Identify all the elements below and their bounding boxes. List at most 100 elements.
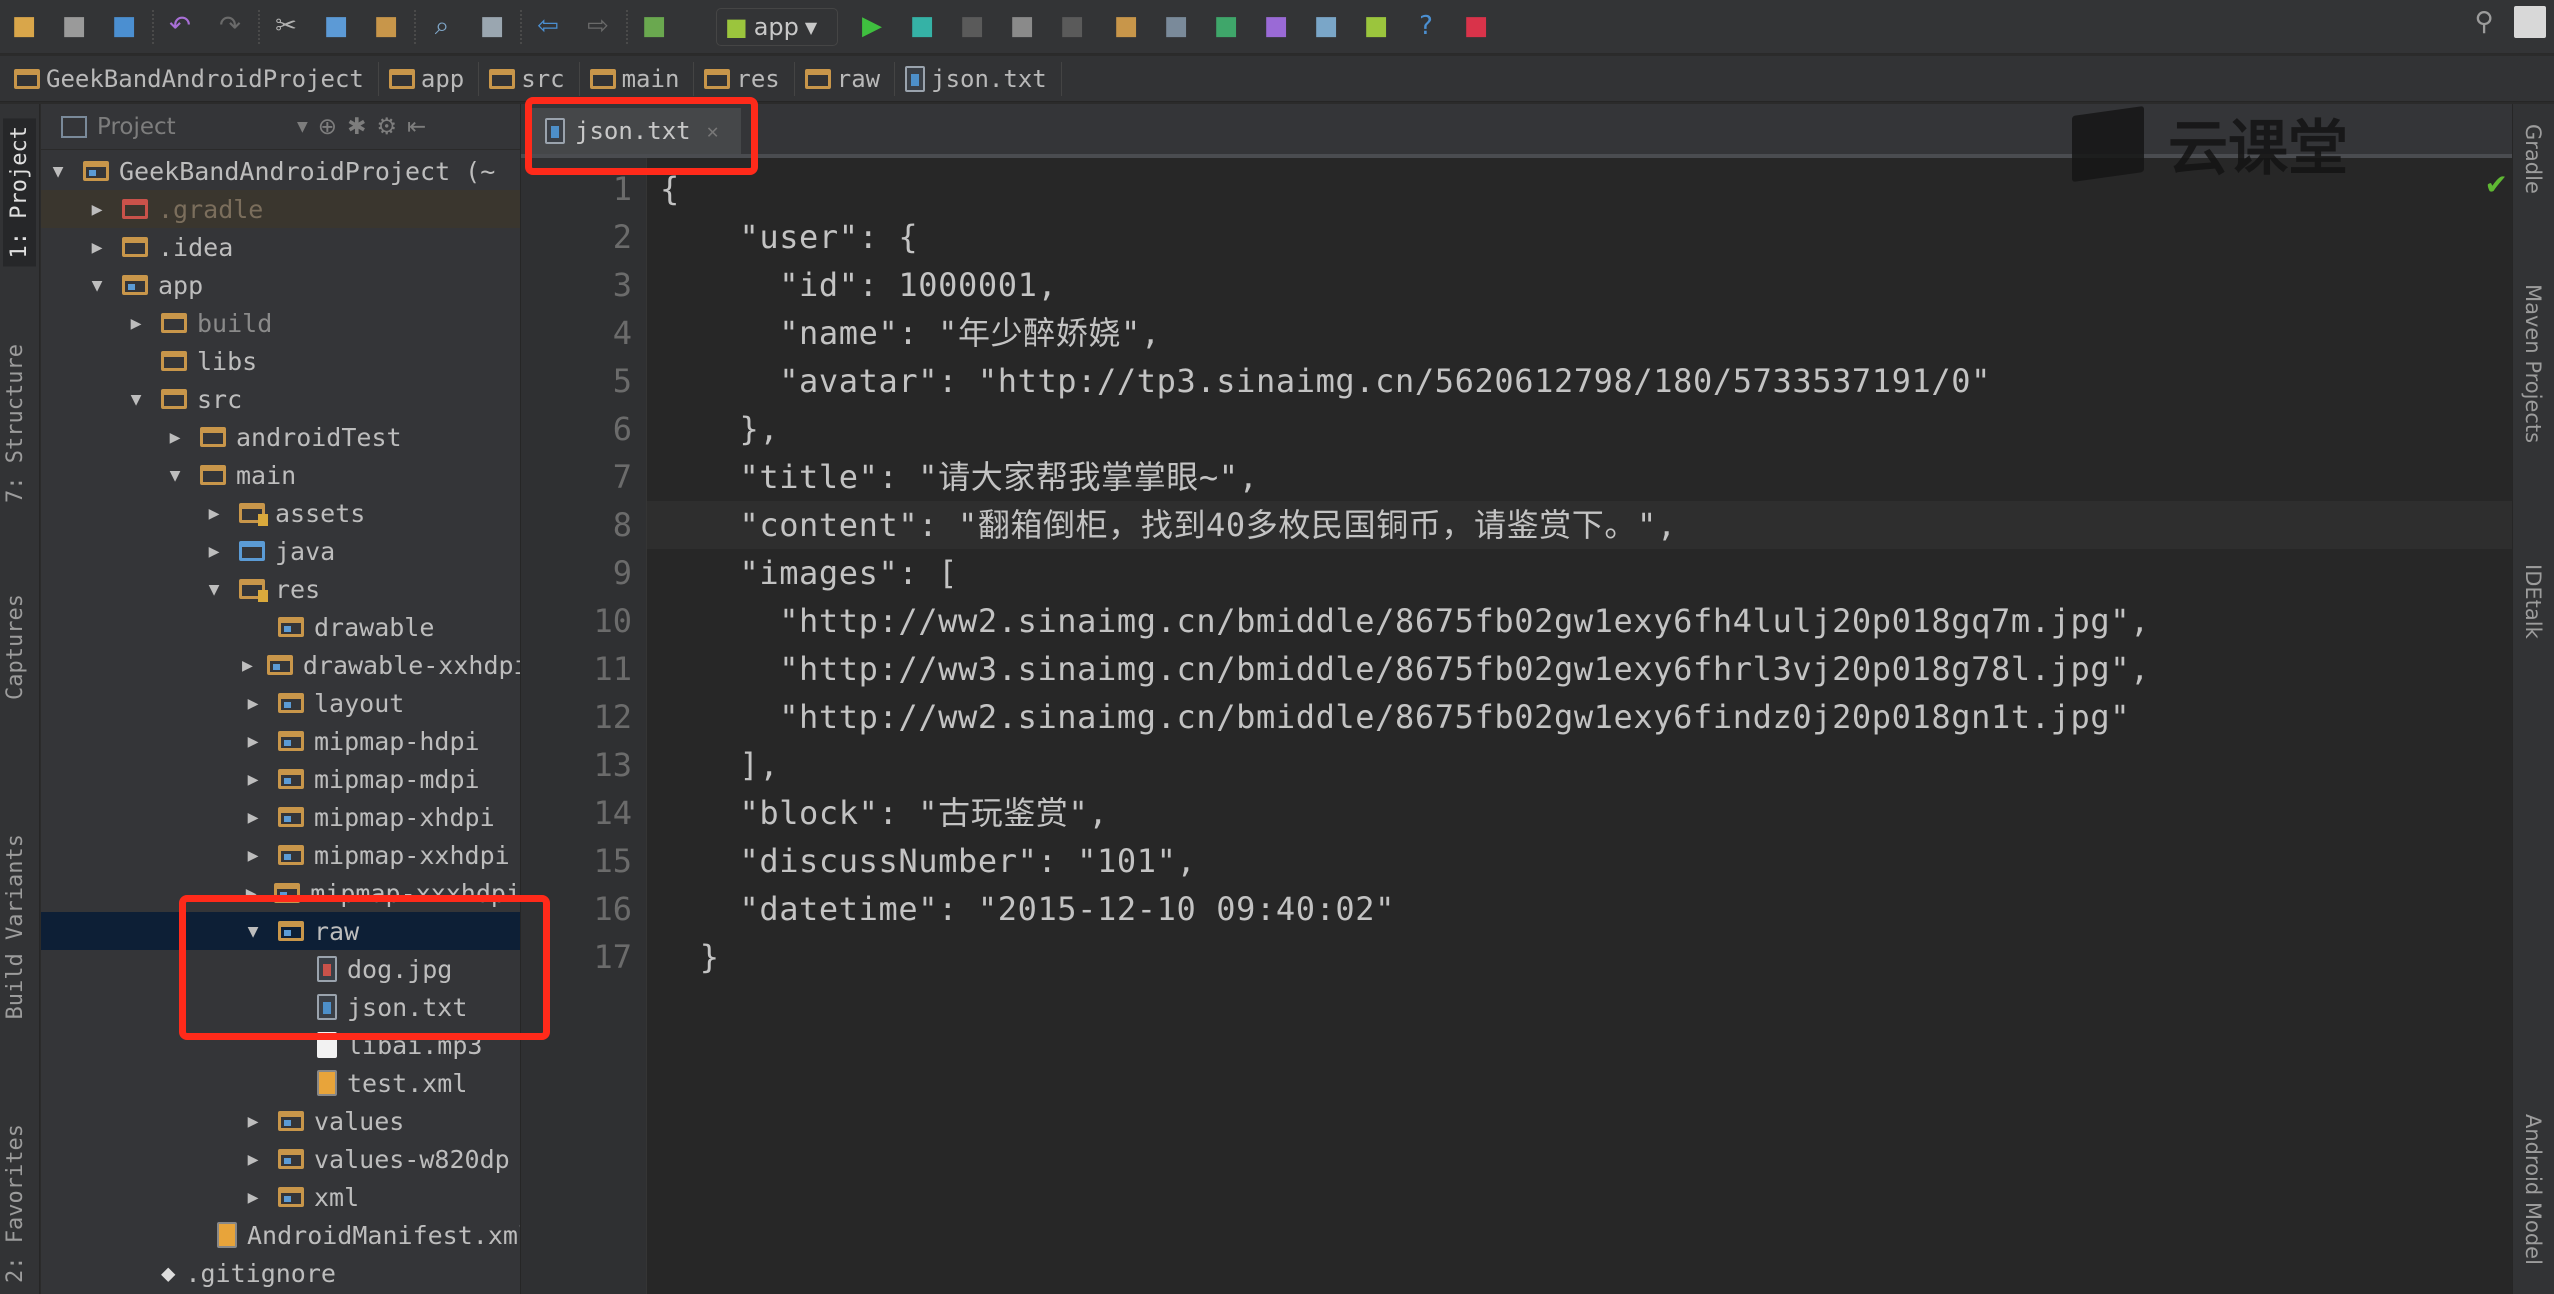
- tree-item[interactable]: AndroidManifest.xml: [41, 1216, 520, 1254]
- tool-window-structure[interactable]: 7: Structure: [3, 344, 28, 503]
- search-icon[interactable]: ⚲: [2468, 6, 2500, 38]
- save-icon[interactable]: ■: [58, 10, 90, 42]
- attach-debugger-icon[interactable]: ■: [956, 10, 988, 42]
- breadcrumb-item[interactable]: res: [704, 61, 795, 96]
- code-line[interactable]: "avatar": "http://tp3.sinaimg.cn/5620612…: [660, 357, 1991, 405]
- tool-window-project[interactable]: 1: Project: [3, 118, 36, 267]
- tree-item[interactable]: ▼ res: [41, 570, 520, 608]
- project-structure-icon[interactable]: ■: [1110, 10, 1142, 42]
- user-avatar-icon[interactable]: [2514, 6, 2546, 38]
- tree-item[interactable]: ▶ xml: [41, 1178, 520, 1216]
- project-view-dropdown[interactable]: Project: [97, 114, 287, 140]
- chevron-right-icon[interactable]: ▶: [203, 541, 225, 562]
- chevron-right-icon[interactable]: ▶: [86, 237, 108, 258]
- help-icon[interactable]: ?: [1410, 10, 1442, 42]
- code-line[interactable]: "user": {: [660, 213, 918, 261]
- chevron-right-icon[interactable]: ▶: [242, 807, 264, 828]
- breadcrumb-item[interactable]: main: [589, 61, 695, 96]
- breadcrumb-item[interactable]: raw: [804, 61, 896, 96]
- tree-item[interactable]: ▶ mipmap-mdpi: [41, 760, 520, 798]
- chevron-right-icon[interactable]: ▶: [242, 1149, 264, 1170]
- tree-item[interactable]: ▼ GeekBandAndroidProject (~: [41, 152, 520, 190]
- gear-icon[interactable]: ⚙: [376, 114, 397, 140]
- tree-item[interactable]: ▼ main: [41, 456, 520, 494]
- redo-icon[interactable]: ↷: [214, 10, 246, 42]
- chevron-down-icon[interactable]: ▼: [47, 161, 69, 182]
- tree-item[interactable]: ▶ .idea: [41, 228, 520, 266]
- tree-item[interactable]: ▶ values: [41, 1102, 520, 1140]
- chevron-right-icon[interactable]: ▶: [242, 845, 264, 866]
- tree-item[interactable]: ▼ app: [41, 266, 520, 304]
- code-editor[interactable]: ✔ { "user": { "id": 1000001, "name": "年少…: [647, 158, 2512, 1294]
- code-line[interactable]: },: [660, 405, 779, 453]
- tree-item[interactable]: ◆ .gitignore: [41, 1254, 520, 1292]
- breadcrumb-item[interactable]: GeekBandAndroidProject: [14, 61, 379, 96]
- tree-item[interactable]: ▶ mipmap-xhdpi: [41, 798, 520, 836]
- sdk-manager-icon[interactable]: ■: [1160, 10, 1192, 42]
- tree-item[interactable]: ▶ mipmap-xxhdpi: [41, 836, 520, 874]
- tree-item[interactable]: ▶ androidTest: [41, 418, 520, 456]
- run-icon[interactable]: ▶: [856, 10, 888, 42]
- android-device-icon[interactable]: ■: [1460, 10, 1492, 42]
- tree-item[interactable]: drawable: [41, 608, 520, 646]
- code-line[interactable]: "http://ww3.sinaimg.cn/bmiddle/8675fb02g…: [660, 645, 2150, 693]
- stop-icon[interactable]: ■: [1056, 10, 1088, 42]
- undo-icon[interactable]: ↶: [164, 10, 196, 42]
- chevron-down-icon[interactable]: ▼: [125, 389, 147, 410]
- forward-icon[interactable]: ⇨: [582, 10, 614, 42]
- code-line[interactable]: "title": "请大家帮我掌掌眼~",: [660, 453, 1259, 501]
- tool-window-build-variants[interactable]: Build Variants: [3, 834, 28, 1019]
- device-monitor-icon[interactable]: ■: [1310, 10, 1342, 42]
- tool-window-maven-projects[interactable]: Maven Projects: [2521, 284, 2545, 443]
- tree-item[interactable]: libs: [41, 342, 520, 380]
- copy-icon[interactable]: ■: [320, 10, 352, 42]
- breadcrumb-item[interactable]: json.txt: [905, 61, 1062, 96]
- chevron-right-icon[interactable]: ▶: [125, 313, 147, 334]
- code-line[interactable]: }: [660, 933, 720, 981]
- chevron-down-icon[interactable]: ▼: [86, 275, 108, 296]
- back-icon[interactable]: ⇦: [532, 10, 564, 42]
- code-line[interactable]: "id": 1000001,: [660, 261, 1057, 309]
- tool-window-favorites[interactable]: 2: Favorites: [3, 1124, 28, 1283]
- breadcrumb-item[interactable]: app: [388, 61, 480, 96]
- tree-item[interactable]: ▶ mipmap-hdpi: [41, 722, 520, 760]
- code-line[interactable]: "http://ww2.sinaimg.cn/bmiddle/8675fb02g…: [660, 693, 2130, 741]
- chevron-right-icon[interactable]: ▶: [242, 769, 264, 790]
- tree-item[interactable]: ▶ values-w820dp: [41, 1140, 520, 1178]
- tree-item[interactable]: ▶ java: [41, 532, 520, 570]
- chevron-right-icon[interactable]: ▶: [203, 503, 225, 524]
- chevron-right-icon[interactable]: ▶: [242, 1187, 264, 1208]
- open-folder-icon[interactable]: ■: [8, 10, 40, 42]
- run-coverage-icon[interactable]: ■: [1006, 10, 1038, 42]
- tree-item[interactable]: ▶ layout: [41, 684, 520, 722]
- collapse-all-icon[interactable]: ✱: [347, 114, 366, 140]
- code-line[interactable]: "images": [: [660, 549, 958, 597]
- make-project-icon[interactable]: ■: [638, 10, 670, 42]
- code-line[interactable]: "name": "年少醉娇娆",: [660, 309, 1161, 357]
- code-line[interactable]: "datetime": "2015-12-10 09:40:02": [660, 885, 1395, 933]
- chevron-right-icon[interactable]: ▶: [242, 1111, 264, 1132]
- avd-manager-icon[interactable]: ■: [1260, 10, 1292, 42]
- tree-item[interactable]: ▼ src: [41, 380, 520, 418]
- chevron-down-icon[interactable]: ▼: [297, 119, 308, 135]
- chevron-right-icon[interactable]: ▶: [242, 655, 253, 676]
- cut-icon[interactable]: ✂: [270, 10, 302, 42]
- replace-icon[interactable]: ■: [476, 10, 508, 42]
- code-line[interactable]: "discussNumber": "101",: [660, 837, 1196, 885]
- gradle-sync-icon[interactable]: ■: [1210, 10, 1242, 42]
- scroll-from-source-icon[interactable]: ⊕: [318, 114, 337, 140]
- chevron-right-icon[interactable]: ▶: [242, 693, 264, 714]
- chevron-down-icon[interactable]: ▼: [164, 465, 186, 486]
- code-line[interactable]: "content": "翻箱倒柜，找到40多枚民国铜币，请鉴赏下。",: [660, 501, 1677, 549]
- chevron-right-icon[interactable]: ▶: [164, 427, 186, 448]
- code-line[interactable]: "block": "古玩鉴赏",: [660, 789, 1108, 837]
- breadcrumb-item[interactable]: src: [489, 61, 580, 96]
- tree-item[interactable]: ▶ .gradle: [41, 190, 520, 228]
- tool-window-android-model[interactable]: Android Model: [2521, 1114, 2545, 1265]
- tool-window-gradle[interactable]: Gradle: [2521, 124, 2545, 194]
- tool-window-idetalk[interactable]: IDEtalk: [2521, 564, 2545, 639]
- paste-icon[interactable]: ■: [370, 10, 402, 42]
- android-icon[interactable]: ■: [1360, 10, 1392, 42]
- find-icon[interactable]: ⌕: [426, 10, 458, 42]
- debug-icon[interactable]: ■: [906, 10, 938, 42]
